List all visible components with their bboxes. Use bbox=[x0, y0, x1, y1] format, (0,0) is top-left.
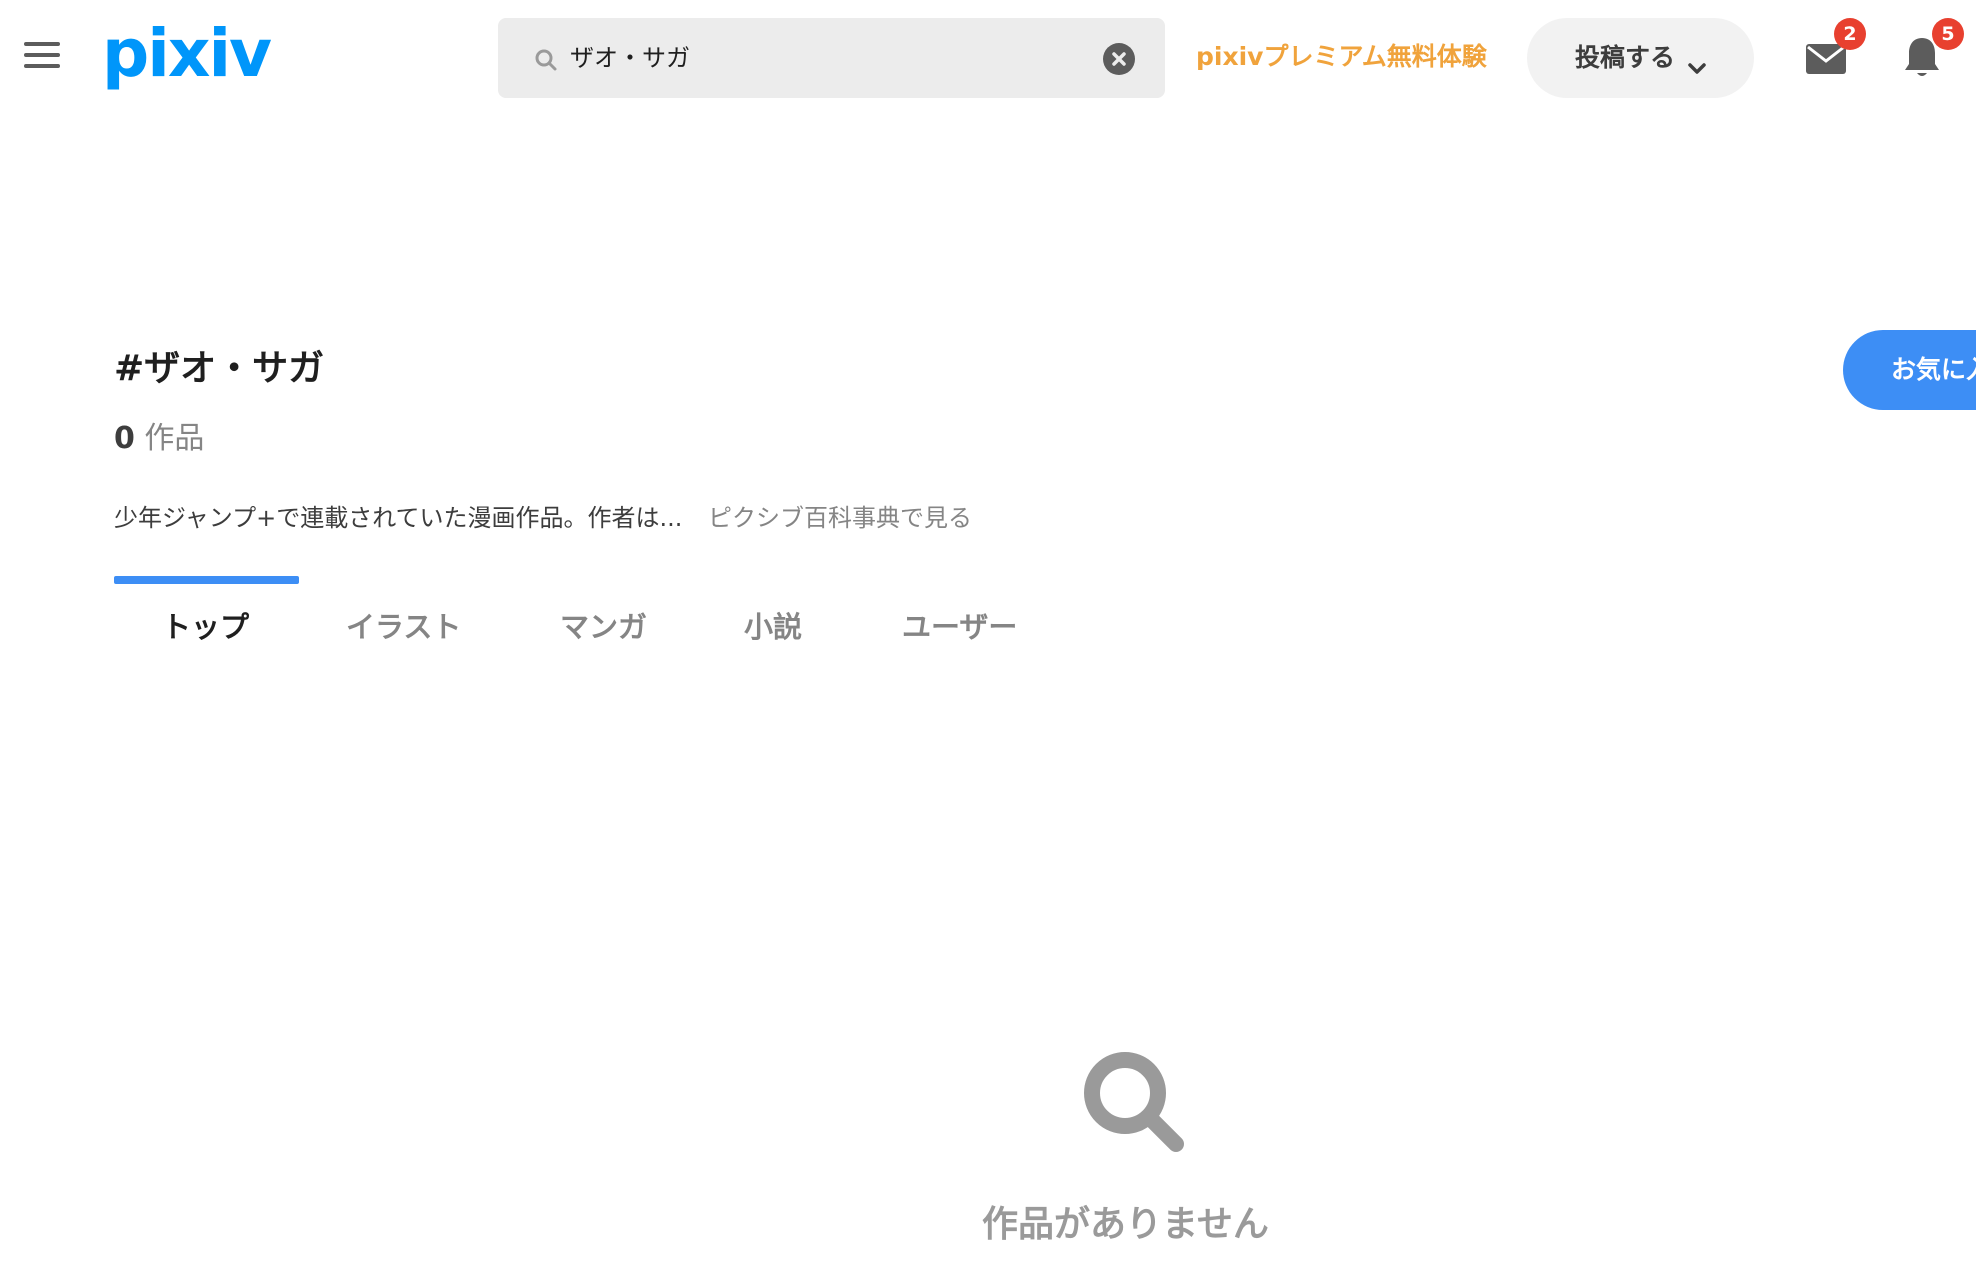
work-count-unit: 作品 bbox=[144, 421, 205, 456]
chevron-down-icon bbox=[1688, 63, 1706, 74]
empty-state-message: 作品がありません bbox=[982, 1204, 1269, 1245]
tab-users[interactable]: ユーザー bbox=[902, 606, 1017, 648]
menu-icon[interactable] bbox=[24, 42, 60, 72]
tag-description: 少年ジャンプ+で連載されていた漫画作品。作者は... ピクシブ百科事典で見る bbox=[114, 500, 972, 536]
work-count: 0 作品 bbox=[114, 418, 204, 460]
premium-trial-link[interactable]: pixivプレミアム無料体験 bbox=[1196, 38, 1487, 76]
clear-search-button[interactable] bbox=[1103, 43, 1135, 75]
tag-title: #ザオ・サガ bbox=[114, 348, 325, 389]
messages-badge: 2 bbox=[1834, 18, 1866, 50]
tab-manga[interactable]: マンガ bbox=[560, 606, 647, 648]
post-button[interactable]: 投稿する bbox=[1527, 18, 1754, 98]
favorite-button-label: お気に入 bbox=[1891, 355, 1976, 384]
search-icon bbox=[1084, 1052, 1184, 1152]
active-tab-indicator bbox=[114, 576, 299, 584]
encyclopedia-link[interactable]: ピクシブ百科事典で見る bbox=[708, 504, 972, 532]
search-icon bbox=[535, 49, 557, 71]
work-count-number: 0 bbox=[114, 421, 135, 456]
pixiv-logo[interactable]: pixiv bbox=[102, 10, 272, 98]
search-input[interactable]: ザオ・サガ bbox=[498, 18, 1165, 98]
content-tabs: トップ イラスト マンガ 小説 ユーザー bbox=[114, 576, 1054, 656]
tab-top[interactable]: トップ bbox=[162, 606, 249, 648]
add-to-favorites-button[interactable]: お気に入 bbox=[1843, 330, 1976, 410]
top-header: pixiv ザオ・サガ pixivプレミアム無料体験 投稿する 2 5 bbox=[0, 0, 1976, 116]
tag-description-text: 少年ジャンプ+で連載されていた漫画作品。作者は... bbox=[114, 504, 683, 532]
post-button-label: 投稿する bbox=[1575, 43, 1676, 72]
tab-novel[interactable]: 小説 bbox=[744, 606, 802, 648]
close-icon bbox=[1112, 52, 1126, 66]
search-query-text: ザオ・サガ bbox=[570, 44, 690, 72]
notifications-badge: 5 bbox=[1932, 18, 1964, 50]
tab-illust[interactable]: イラスト bbox=[346, 606, 461, 648]
